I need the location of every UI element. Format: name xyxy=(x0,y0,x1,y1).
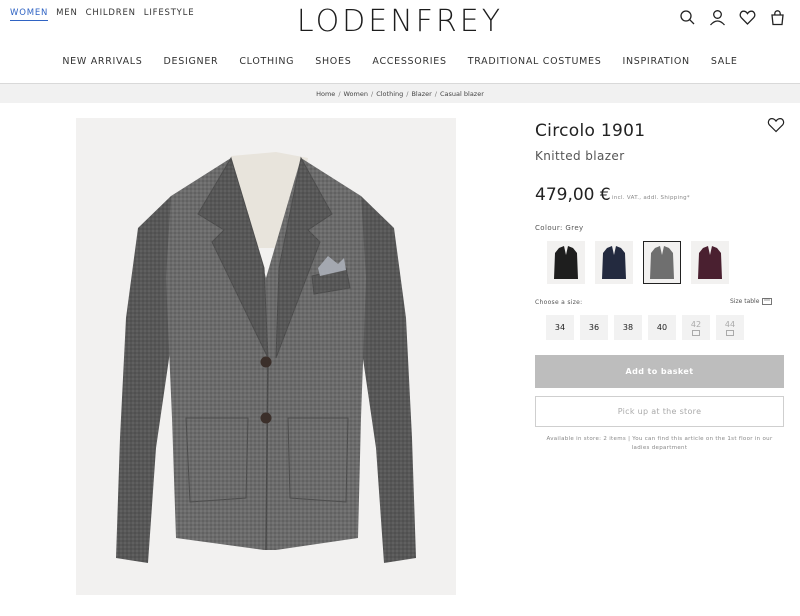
nav-designer[interactable]: DESIGNER xyxy=(164,56,219,67)
nav-clothing[interactable]: CLOTHING xyxy=(239,56,294,67)
price-note[interactable]: incl. VAT., addl. Shipping* xyxy=(612,195,690,201)
ruler-icon xyxy=(762,298,773,305)
nav-sale[interactable]: SALE xyxy=(711,56,738,67)
nav-inspiration[interactable]: INSPIRATION xyxy=(622,56,689,67)
colour-swatch-navy[interactable] xyxy=(595,241,633,284)
size-option-40[interactable]: 40 xyxy=(648,315,676,340)
main-nav: NEW ARRIVALS DESIGNER CLOTHING SHOES ACC… xyxy=(0,56,800,67)
breadcrumb-separator: / xyxy=(434,89,437,98)
size-option-44-unavailable[interactable]: 44 xyxy=(716,315,744,340)
size-label-44: 44 xyxy=(724,319,736,329)
product-brand[interactable]: Circolo 1901 xyxy=(535,121,645,141)
search-icon[interactable] xyxy=(679,9,696,26)
header-icons xyxy=(679,9,786,26)
breadcrumb-separator: / xyxy=(338,89,341,98)
size-option-36[interactable]: 36 xyxy=(580,315,608,340)
product-image[interactable] xyxy=(76,118,456,595)
size-option-38[interactable]: 38 xyxy=(614,315,642,340)
breadcrumb-home[interactable]: Home xyxy=(316,90,335,98)
add-to-basket-button[interactable]: Add to basket xyxy=(535,355,784,388)
size-table-link[interactable]: Size table xyxy=(730,298,773,305)
knitted-blazer-illustration xyxy=(116,152,416,563)
breadcrumb-casual-blazer[interactable]: Casual blazer xyxy=(440,90,484,98)
breadcrumb-blazer[interactable]: Blazer xyxy=(411,90,431,98)
add-to-wishlist-heart-icon[interactable] xyxy=(767,117,785,133)
breadcrumb-women[interactable]: Women xyxy=(344,90,368,98)
breadcrumb-separator: / xyxy=(371,89,374,98)
size-label: Choose a size: xyxy=(535,299,583,306)
size-option-34[interactable]: 34 xyxy=(546,315,574,340)
store-availability-info: Available in store: 2 items | You can fi… xyxy=(546,436,773,451)
size-options: 34 36 38 40 42 44 xyxy=(546,315,744,340)
nav-shoes[interactable]: SHOES xyxy=(315,56,351,67)
colour-swatches xyxy=(547,241,729,284)
size-option-42-unavailable[interactable]: 42 xyxy=(682,315,710,340)
nav-new-arrivals[interactable]: NEW ARRIVALS xyxy=(62,56,142,67)
nav-traditional-costumes[interactable]: TRADITIONAL COSTUMES xyxy=(468,56,602,67)
notify-mail-icon xyxy=(726,329,734,336)
basket-icon[interactable] xyxy=(769,9,786,26)
size-label-42: 42 xyxy=(690,319,702,329)
breadcrumb-clothing[interactable]: Clothing xyxy=(376,90,403,98)
nav-accessories[interactable]: ACCESSORIES xyxy=(372,56,446,67)
size-table-label: Size table xyxy=(730,298,760,305)
product-price: 479,00 € xyxy=(535,185,611,205)
product-name: Knitted blazer xyxy=(535,149,625,163)
colour-swatch-black[interactable] xyxy=(547,241,585,284)
colour-swatch-grey-selected[interactable] xyxy=(643,241,681,284)
colour-swatch-burgundy[interactable] xyxy=(691,241,729,284)
breadcrumb-separator: / xyxy=(406,89,409,98)
notify-mail-icon xyxy=(692,329,700,336)
breadcrumb: Home / Women / Clothing / Blazer / Casua… xyxy=(0,84,800,103)
wishlist-icon[interactable] xyxy=(739,9,756,26)
pick-up-in-store-button[interactable]: Pick up at the store xyxy=(535,396,784,427)
account-icon[interactable] xyxy=(709,9,726,26)
colour-label: Colour: Grey xyxy=(535,224,584,232)
